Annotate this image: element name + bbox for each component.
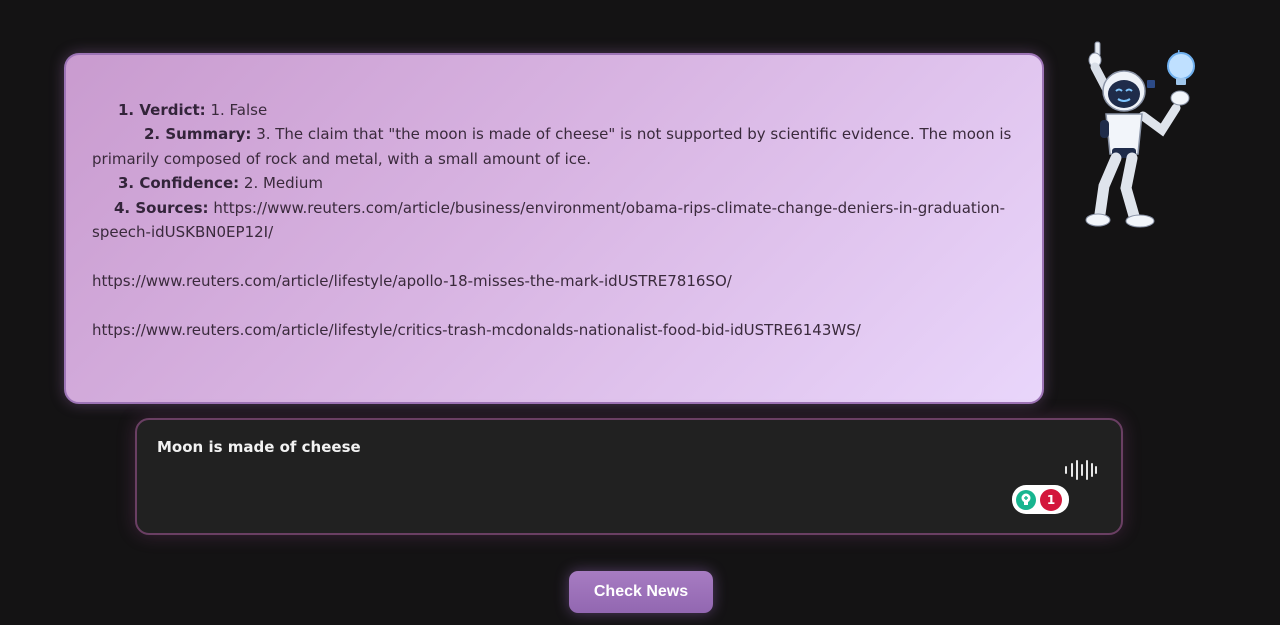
verdict-label: 1. Verdict: — [118, 101, 206, 119]
confidence-label: 3. Confidence: — [118, 174, 240, 193]
summary-label: 2. Summary: — [144, 125, 252, 144]
summary-row: 2. Summary: 3. The claim that "the moon … — [92, 122, 1016, 171]
lightbulb-extension-icon — [1016, 489, 1036, 510]
verdict-value: 1. False — [210, 101, 268, 119]
source-link-2[interactable]: https://www.reuters.com/article/lifestyl… — [92, 269, 1016, 293]
sources-label: 4. Sources: — [114, 198, 209, 217]
check-news-button[interactable]: Check News — [569, 571, 713, 613]
voice-input-icon[interactable] — [1064, 459, 1098, 481]
verdict-row: 1. Verdict: 1. False — [92, 98, 1016, 122]
sources-row: 4. Sources: https://www.reuters.com/arti… — [92, 196, 1016, 245]
news-query-text[interactable]: Moon is made of cheese — [157, 438, 361, 456]
app-page: 1. Verdict: 1. False 2. Summary: 3. The … — [0, 0, 1280, 625]
confidence-row: 3. Confidence: 2. Medium — [92, 171, 1016, 195]
confidence-value: 2. Medium — [243, 174, 323, 193]
robot-illustration-icon — [1085, 41, 1195, 228]
source-link-3[interactable]: https://www.reuters.com/article/lifestyl… — [92, 318, 1016, 342]
fact-check-result-card: 1. Verdict: 1. False 2. Summary: 3. The … — [64, 53, 1044, 404]
source-link-1[interactable]: https://www.reuters.com/article/business… — [92, 199, 1005, 241]
extension-badge[interactable]: 1 — [1012, 485, 1069, 514]
extension-count-badge: 1 — [1040, 488, 1062, 511]
news-input-box[interactable]: Moon is made of cheese 1 — [135, 418, 1123, 535]
